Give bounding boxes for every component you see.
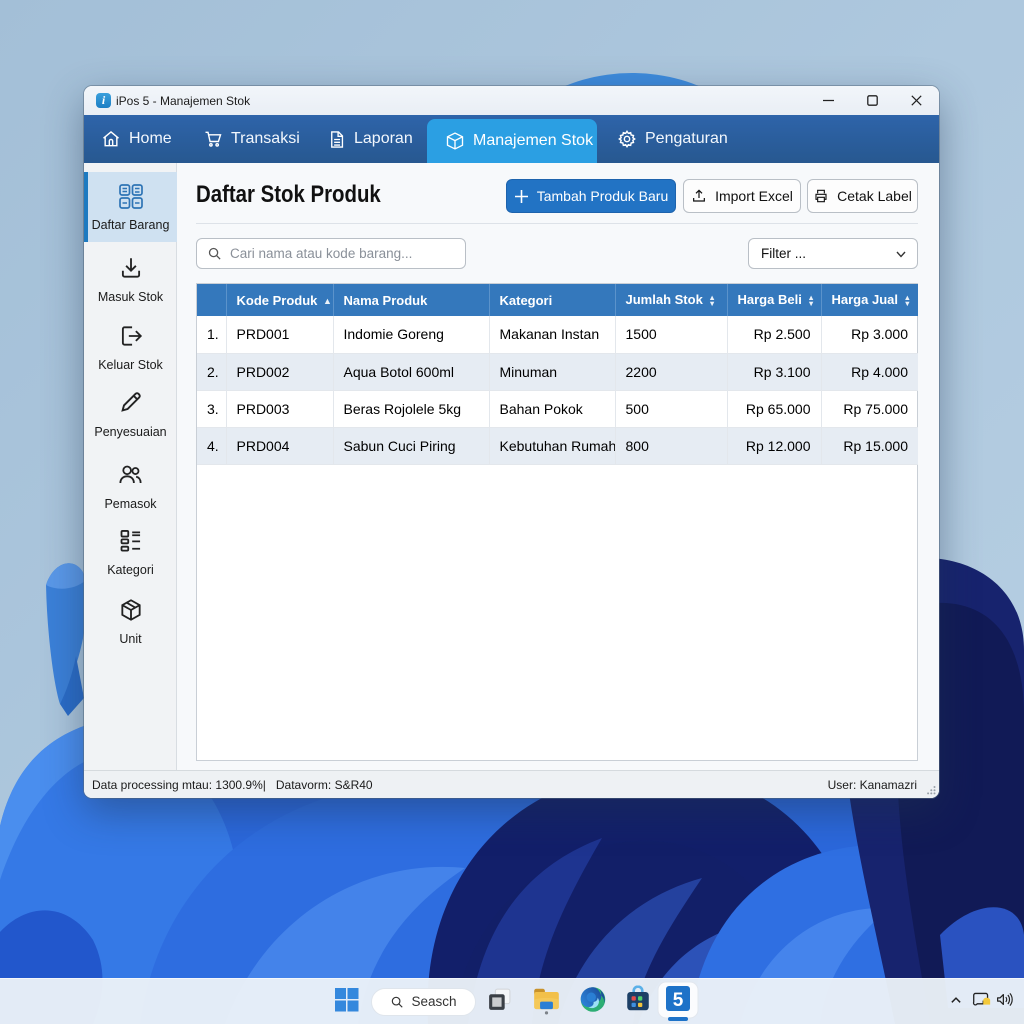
svg-text:5: 5 (673, 990, 684, 1011)
